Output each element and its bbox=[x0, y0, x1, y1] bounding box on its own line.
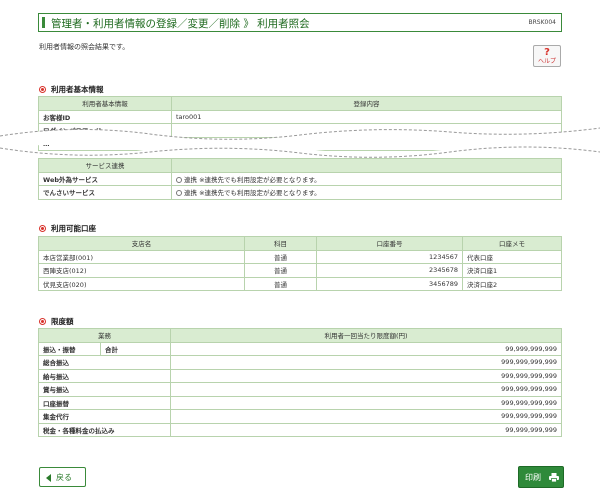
section-bullet-icon bbox=[39, 318, 46, 325]
row-label: 給与振込 bbox=[38, 368, 171, 383]
branch-cell: 西陣支店(012) bbox=[38, 263, 245, 278]
limit-value: 99,999,999,999 bbox=[170, 341, 562, 356]
page-title-bar: 管理者・利用者情報の登録／変更／削除 》 利用者照会 BRSK004 bbox=[38, 13, 562, 32]
limit-value: 999,999,999,999 bbox=[170, 395, 562, 410]
limit-value: 999,999,999,999 bbox=[170, 409, 562, 424]
help-button-label: ヘルプ bbox=[537, 58, 556, 65]
question-icon: ? bbox=[544, 47, 550, 58]
column-header: 利用者一回当たり限度額(円) bbox=[170, 328, 562, 343]
table-header-row: 業務 利用者一回当たり限度額(円) bbox=[38, 328, 562, 343]
column-header: ステータス bbox=[171, 158, 562, 173]
limit-value: 999,999,999,999 bbox=[170, 368, 562, 383]
print-button[interactable]: 印刷 bbox=[518, 466, 564, 488]
radio-icon bbox=[176, 176, 182, 183]
back-button-label: 戻る bbox=[56, 473, 72, 482]
row-value: 連携 ※連携先でも利用設定が必要となります。 bbox=[171, 185, 562, 200]
column-header: 支店名 bbox=[38, 236, 245, 251]
row-sub-label: 合計 bbox=[100, 341, 171, 356]
table-row: 口座振替 999,999,999,999 bbox=[38, 395, 562, 410]
title-accent-bar bbox=[42, 17, 45, 28]
number-cell: 2345678 bbox=[316, 263, 463, 278]
table-row: でんさいサービス 連携 ※連携先でも利用設定が必要となります。 bbox=[38, 185, 562, 200]
memo-cell: 代表口座 bbox=[462, 249, 562, 264]
column-header: 科目 bbox=[244, 236, 317, 251]
screen-code: BRSK004 bbox=[528, 19, 556, 26]
column-header: 口座番号 bbox=[316, 236, 463, 251]
row-label: Web外為サービス bbox=[38, 171, 172, 186]
type-cell: 普通 bbox=[244, 249, 317, 264]
table-row: 集金代行 999,999,999,999 bbox=[38, 409, 562, 424]
limit-value: 99,999,999,999 bbox=[170, 422, 562, 437]
branch-cell: 本店営業部(001) bbox=[38, 249, 245, 264]
section-heading-accounts: 利用可能口座 bbox=[39, 223, 96, 234]
row-label: 総合振込 bbox=[38, 355, 171, 370]
row-label: 集金代行 bbox=[38, 409, 171, 424]
table-header-row: 利用者基本情報 登録内容 bbox=[38, 96, 562, 111]
number-cell: 1234567 bbox=[316, 249, 463, 264]
row-label: でんさいサービス bbox=[38, 185, 172, 200]
row-label: 税金・各種料金の払込み bbox=[38, 422, 171, 437]
branch-cell: 伏見支店(020) bbox=[38, 276, 245, 291]
printer-icon bbox=[549, 473, 559, 482]
column-header: 登録内容 bbox=[171, 96, 562, 111]
memo-cell: 決済口座2 bbox=[462, 276, 562, 291]
table-row: 税金・各種料金の払込み 99,999,999,999 bbox=[38, 422, 562, 437]
intro-text: 利用者情報の照会結果です。 bbox=[39, 43, 130, 51]
column-header: 業務 bbox=[38, 328, 171, 343]
table-row: 総合振込 999,999,999,999 bbox=[38, 355, 562, 370]
page-title: 管理者・利用者情報の登録／変更／削除 》 利用者照会 bbox=[51, 18, 310, 30]
section-bullet-icon bbox=[39, 86, 46, 93]
column-header: 利用者基本情報 bbox=[38, 96, 172, 111]
row-label: 振込・振替 bbox=[38, 341, 101, 356]
table-row: 本店営業部(001) 普通 1234567 代表口座 bbox=[38, 249, 562, 264]
accounts-table: 支店名 科目 口座番号 口座メモ 本店営業部(001) 普通 1234567 代… bbox=[38, 236, 562, 291]
back-arrow-icon bbox=[46, 474, 51, 482]
table-row: 賞与振込 999,999,999,999 bbox=[38, 382, 562, 397]
section-heading-limits: 限度額 bbox=[39, 316, 74, 327]
column-header: 口座メモ bbox=[462, 236, 562, 251]
table-header-row: 支店名 科目 口座番号 口座メモ bbox=[38, 236, 562, 251]
table-row: 給与振込 999,999,999,999 bbox=[38, 368, 562, 383]
memo-cell: 決済口座1 bbox=[462, 263, 562, 278]
limit-value: 999,999,999,999 bbox=[170, 355, 562, 370]
table-row: 西陣支店(012) 普通 2345678 決済口座1 bbox=[38, 263, 562, 278]
column-header: サービス連携 bbox=[38, 158, 172, 173]
back-button[interactable]: 戻る bbox=[39, 467, 86, 487]
print-button-label: 印刷 bbox=[525, 473, 541, 482]
section-heading-basic-info: 利用者基本情報 bbox=[39, 84, 104, 95]
limit-value: 999,999,999,999 bbox=[170, 382, 562, 397]
type-cell: 普通 bbox=[244, 276, 317, 291]
row-value: 連携 ※連携先でも利用設定が必要となります。 bbox=[171, 171, 562, 186]
table-row: Web外為サービス 連携 ※連携先でも利用設定が必要となります。 bbox=[38, 171, 562, 186]
help-button[interactable]: ? ヘルプ bbox=[533, 45, 561, 67]
limits-table: 業務 利用者一回当たり限度額(円) 振込・振替 合計 99,999,999,99… bbox=[38, 328, 562, 437]
radio-icon bbox=[176, 190, 182, 197]
section-bullet-icon bbox=[39, 225, 46, 232]
service-link-table: サービス連携 ステータス Web外為サービス 連携 ※連携先でも利用設定が必要と… bbox=[38, 158, 562, 200]
type-cell: 普通 bbox=[244, 263, 317, 278]
table-row: 振込・振替 合計 99,999,999,999 bbox=[38, 341, 562, 356]
row-label: 賞与振込 bbox=[38, 382, 171, 397]
table-header-row: サービス連携 ステータス bbox=[38, 158, 562, 173]
number-cell: 3456789 bbox=[316, 276, 463, 291]
table-row: 伏見支店(020) 普通 3456789 決済口座2 bbox=[38, 276, 562, 291]
row-label: 口座振替 bbox=[38, 395, 171, 410]
